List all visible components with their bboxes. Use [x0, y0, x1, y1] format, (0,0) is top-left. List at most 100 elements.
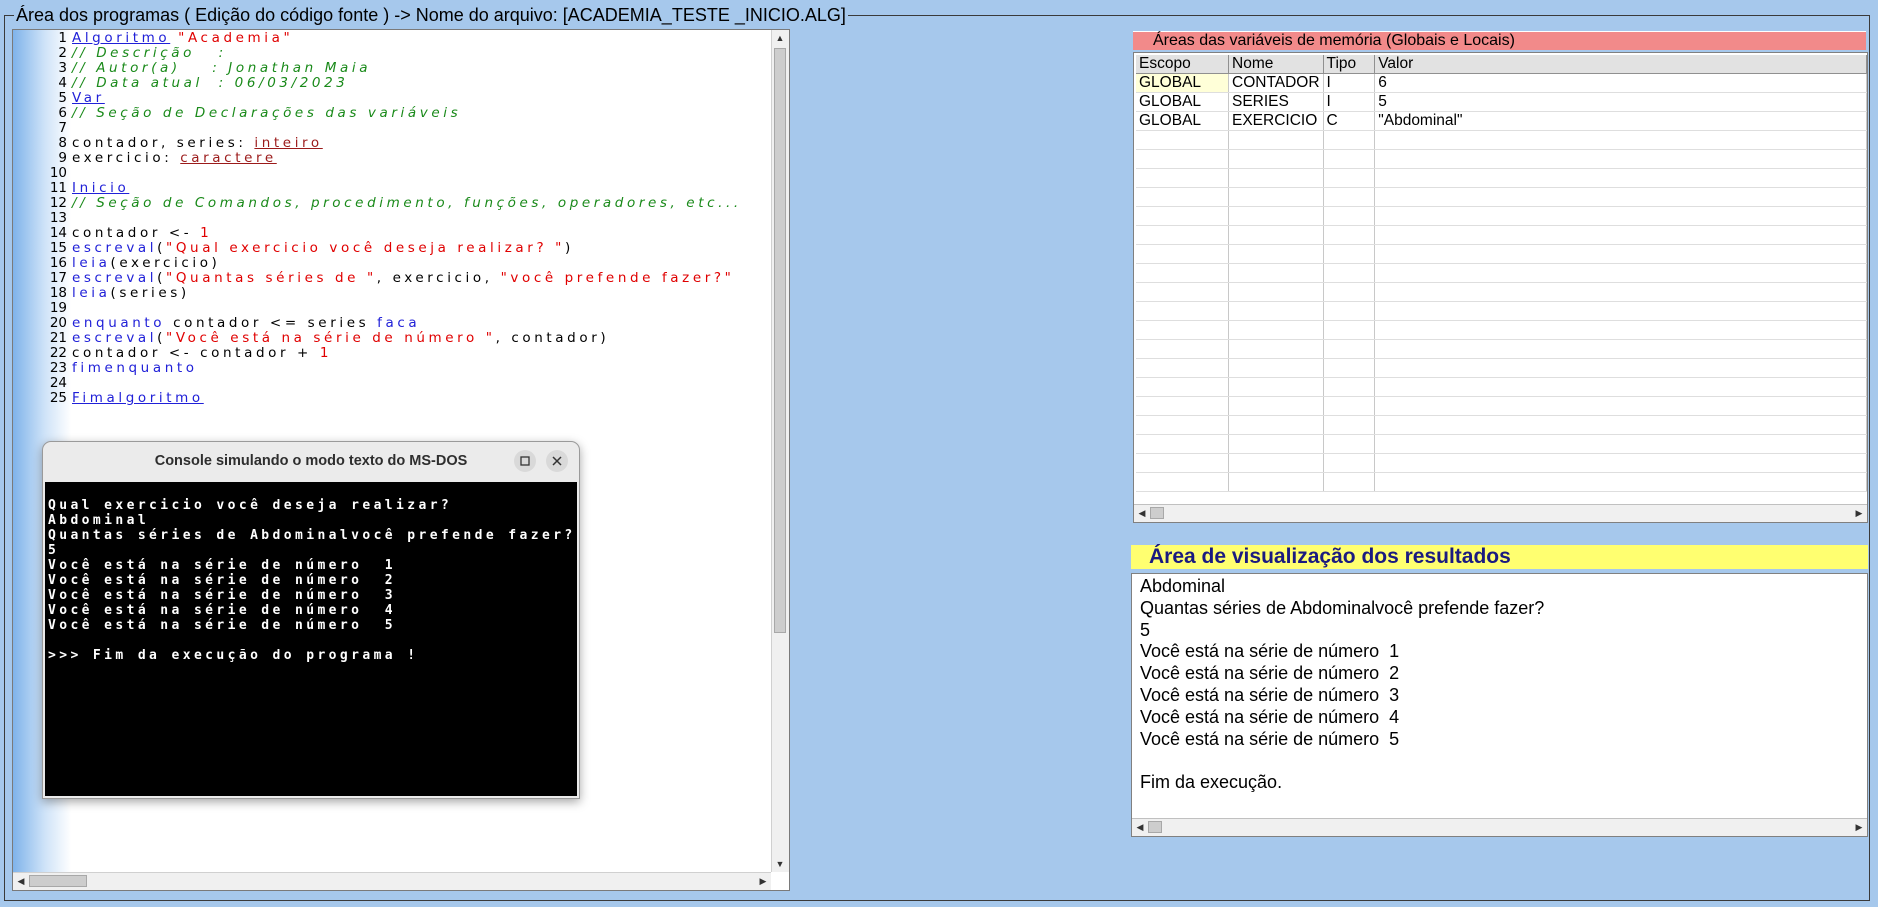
- table-row[interactable]: [1136, 415, 1867, 435]
- table-cell[interactable]: [1136, 377, 1229, 397]
- table-cell[interactable]: [1228, 168, 1324, 188]
- table-cell[interactable]: 5: [1374, 92, 1867, 112]
- table-cell[interactable]: [1136, 472, 1229, 492]
- table-cell[interactable]: [1228, 339, 1324, 359]
- table-cell[interactable]: [1228, 472, 1324, 492]
- scroll-right-arrow-icon[interactable]: ▶: [1852, 506, 1866, 520]
- table-row[interactable]: [1136, 149, 1867, 169]
- results-scroll-thumb[interactable]: [1148, 821, 1162, 833]
- table-cell[interactable]: [1374, 377, 1867, 397]
- table-cell[interactable]: [1136, 263, 1229, 283]
- table-row[interactable]: GLOBAL SERIES I 5: [1136, 92, 1867, 112]
- table-cell[interactable]: [1323, 244, 1376, 264]
- scroll-up-arrow-icon[interactable]: ▲: [773, 31, 787, 45]
- table-cell[interactable]: [1374, 225, 1867, 245]
- table-row[interactable]: [1136, 453, 1867, 473]
- table-cell[interactable]: [1136, 453, 1229, 473]
- table-row[interactable]: [1136, 263, 1867, 283]
- table-cell[interactable]: [1136, 415, 1229, 435]
- table-cell[interactable]: [1323, 187, 1376, 207]
- variables-table[interactable]: Escopo Nome Tipo Valor GLOBAL CONTADOR I 6 GLOB…: [1136, 55, 1867, 492]
- variables-scroll-thumb[interactable]: [1150, 507, 1164, 519]
- table-cell[interactable]: [1136, 434, 1229, 454]
- table-cell[interactable]: [1323, 130, 1376, 150]
- table-cell[interactable]: C: [1323, 111, 1376, 131]
- table-row[interactable]: [1136, 301, 1867, 321]
- table-cell[interactable]: GLOBAL: [1136, 73, 1229, 93]
- table-cell[interactable]: [1228, 187, 1324, 207]
- table-cell[interactable]: [1323, 377, 1376, 397]
- editor-horizontal-scrollbar[interactable]: ◀ ▶: [13, 872, 771, 890]
- table-cell[interactable]: [1374, 472, 1867, 492]
- table-cell[interactable]: [1136, 206, 1229, 226]
- table-cell[interactable]: [1228, 130, 1324, 150]
- table-cell[interactable]: [1228, 301, 1324, 321]
- variables-grid[interactable]: Escopo Nome Tipo Valor GLOBAL CONTADOR I 6 GLOB…: [1133, 52, 1868, 523]
- table-cell[interactable]: [1228, 377, 1324, 397]
- table-cell[interactable]: [1136, 396, 1229, 416]
- table-cell[interactable]: [1136, 130, 1229, 150]
- table-cell[interactable]: [1228, 320, 1324, 340]
- console-window[interactable]: Console simulando o modo texto do MS-DOS…: [42, 441, 580, 799]
- table-row[interactable]: [1136, 320, 1867, 340]
- table-cell[interactable]: [1136, 301, 1229, 321]
- table-cell[interactable]: [1374, 168, 1867, 188]
- table-row[interactable]: [1136, 434, 1867, 454]
- table-cell[interactable]: [1323, 358, 1376, 378]
- table-cell[interactable]: [1136, 187, 1229, 207]
- table-cell[interactable]: [1374, 301, 1867, 321]
- table-row[interactable]: [1136, 358, 1867, 378]
- table-row[interactable]: [1136, 168, 1867, 188]
- table-cell[interactable]: [1374, 434, 1867, 454]
- table-cell[interactable]: [1228, 415, 1324, 435]
- table-cell[interactable]: [1136, 244, 1229, 264]
- table-cell[interactable]: [1228, 434, 1324, 454]
- table-cell[interactable]: "Abdominal": [1374, 111, 1867, 131]
- table-cell[interactable]: [1323, 339, 1376, 359]
- editor-vertical-scroll-thumb[interactable]: [774, 48, 786, 633]
- table-cell[interactable]: [1323, 472, 1376, 492]
- table-cell[interactable]: [1374, 130, 1867, 150]
- column-header-nome[interactable]: Nome: [1228, 55, 1324, 74]
- table-cell[interactable]: [1136, 358, 1229, 378]
- table-cell[interactable]: [1136, 149, 1229, 169]
- table-cell[interactable]: [1136, 282, 1229, 302]
- table-row[interactable]: [1136, 225, 1867, 245]
- table-cell[interactable]: [1136, 320, 1229, 340]
- table-cell[interactable]: [1374, 415, 1867, 435]
- table-cell[interactable]: [1323, 434, 1376, 454]
- maximize-icon[interactable]: [514, 450, 536, 472]
- console-screen[interactable]: Qual exercicio você deseja realizar? Abdo…: [45, 482, 577, 796]
- table-cell[interactable]: [1323, 168, 1376, 188]
- scroll-left-arrow-icon[interactable]: ◀: [1133, 820, 1147, 834]
- results-area[interactable]: ◀ ▶ Abdominal Quantas séries de Abdominal…: [1131, 573, 1868, 837]
- table-cell[interactable]: [1323, 149, 1376, 169]
- table-cell[interactable]: GLOBAL: [1136, 111, 1229, 131]
- table-row[interactable]: GLOBAL CONTADOR I 6: [1136, 73, 1867, 93]
- table-cell[interactable]: CONTADOR: [1228, 73, 1324, 93]
- table-cell[interactable]: [1136, 339, 1229, 359]
- table-cell[interactable]: [1323, 282, 1376, 302]
- table-cell[interactable]: [1374, 206, 1867, 226]
- table-cell[interactable]: [1228, 453, 1324, 473]
- table-cell[interactable]: GLOBAL: [1136, 92, 1229, 112]
- table-cell[interactable]: [1323, 206, 1376, 226]
- table-cell[interactable]: I: [1323, 73, 1376, 93]
- table-row[interactable]: [1136, 339, 1867, 359]
- table-cell[interactable]: [1374, 282, 1867, 302]
- table-row[interactable]: [1136, 130, 1867, 150]
- table-cell[interactable]: 6: [1374, 73, 1867, 93]
- close-icon[interactable]: [546, 450, 568, 472]
- scroll-left-arrow-icon[interactable]: ◀: [14, 874, 28, 888]
- table-cell[interactable]: [1323, 225, 1376, 245]
- table-cell[interactable]: [1374, 263, 1867, 283]
- table-row[interactable]: [1136, 377, 1867, 397]
- table-cell[interactable]: [1228, 149, 1324, 169]
- table-cell[interactable]: [1374, 396, 1867, 416]
- variables-horizontal-scrollbar[interactable]: ◀ ▶: [1134, 504, 1867, 522]
- column-header-escopo[interactable]: Escopo: [1136, 55, 1229, 74]
- table-cell[interactable]: I: [1323, 92, 1376, 112]
- table-cell[interactable]: [1374, 453, 1867, 473]
- table-row[interactable]: [1136, 396, 1867, 416]
- table-cell[interactable]: [1323, 415, 1376, 435]
